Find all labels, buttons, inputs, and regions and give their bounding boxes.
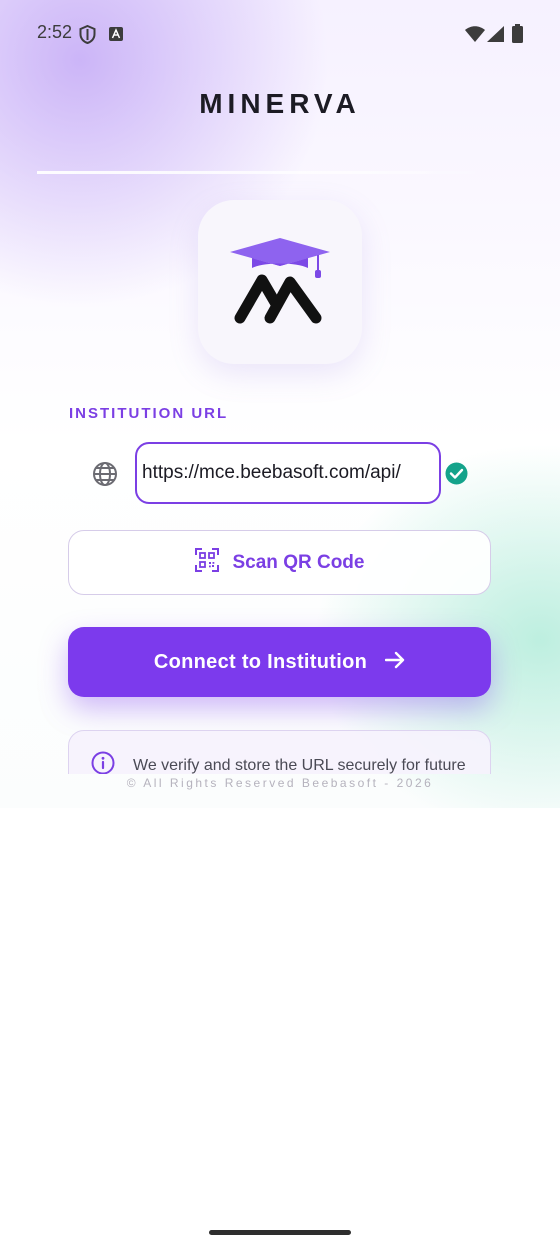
connect-screen: 2:52 MINERVA INSTITUTION URL https://mce… bbox=[0, 0, 560, 1249]
home-indicator[interactable] bbox=[209, 1230, 351, 1235]
arrow-right-icon bbox=[384, 651, 405, 674]
app-logo bbox=[198, 200, 362, 364]
footer-copyright: © All Rights Reserved Beebasoft - 2026 bbox=[126, 776, 434, 790]
connect-button[interactable]: Connect to Institution bbox=[68, 627, 491, 697]
info-text: We verify and store the URL securely for… bbox=[133, 757, 466, 774]
info-card-viewport: We verify and store the URL securely for… bbox=[0, 726, 560, 774]
shield-icon bbox=[79, 24, 96, 49]
globe-icon bbox=[92, 461, 118, 492]
institution-url-input[interactable] bbox=[135, 442, 441, 504]
info-card: We verify and store the URL securely for… bbox=[68, 730, 491, 774]
graduation-cap-logo bbox=[230, 238, 330, 324]
font-icon bbox=[109, 27, 123, 46]
title-divider bbox=[37, 171, 487, 174]
signal-icon bbox=[487, 26, 504, 47]
connect-label: Connect to Institution bbox=[153, 650, 368, 673]
battery-icon bbox=[512, 24, 523, 48]
wifi-icon bbox=[465, 26, 485, 47]
status-time: 2:52 bbox=[37, 22, 73, 42]
qr-code-icon bbox=[194, 548, 219, 577]
institution-url-label: INSTITUTION URL bbox=[69, 405, 229, 422]
status-bar: 2:52 bbox=[0, 0, 560, 68]
app-title: MINERVA bbox=[199, 88, 361, 119]
scan-qr-label: Scan QR Code bbox=[232, 551, 365, 573]
info-icon bbox=[91, 751, 115, 774]
scan-qr-button[interactable]: Scan QR Code bbox=[68, 530, 491, 595]
check-circle-icon bbox=[445, 462, 468, 490]
